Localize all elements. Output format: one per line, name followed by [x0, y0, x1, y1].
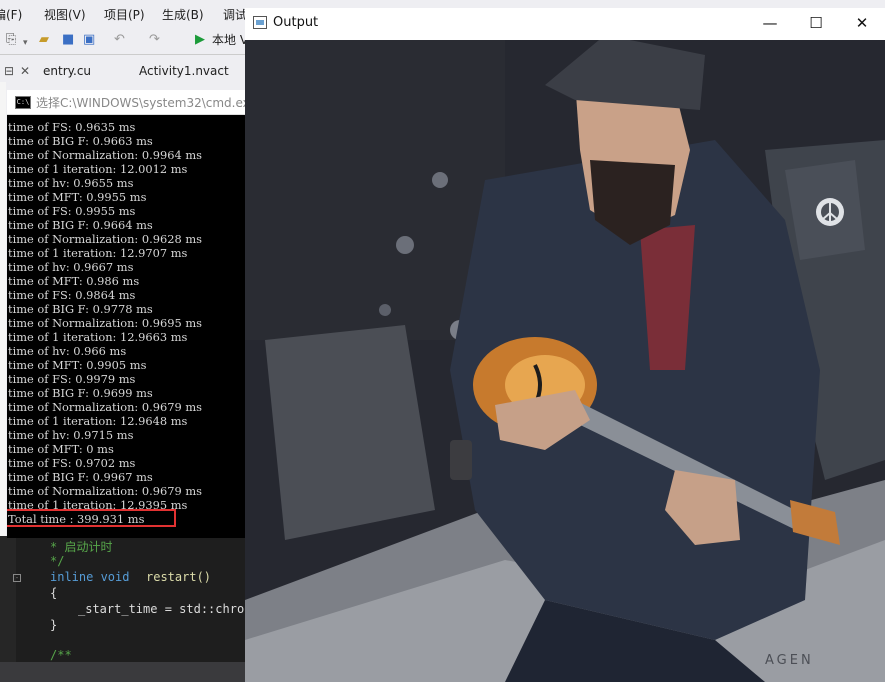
cmd-output-line: time of Normalization: 0.9964 ms: [8, 148, 203, 162]
cmd-output-line: time of FS: 0.9955 ms: [8, 204, 136, 218]
pin-icon[interactable]: ⊟: [4, 64, 14, 78]
output-window[interactable]: Output — ☐ ✕ AGEN: [245, 8, 885, 682]
cmd-output-line: time of 1 iteration: 12.0012 ms: [8, 162, 188, 176]
output-titlebar[interactable]: Output — ☐ ✕: [245, 8, 885, 39]
window-app-icon: [253, 16, 267, 29]
cmd-output-line: time of BIG F: 0.9967 ms: [8, 470, 153, 484]
tab-activity1-nvact[interactable]: Activity1.nvact: [139, 64, 229, 78]
cmd-output-line: time of hv: 0.9715 ms: [8, 428, 134, 442]
cmd-titlebar[interactable]: C:\ 选择C:\WINDOWS\system32\cmd.ex: [7, 90, 250, 115]
code-doc-comment: /**: [50, 648, 72, 662]
vs-toolbar: ⎘ ▾ ▰ ■ ▣ ↶ ↷ ▶ 本地 V: [0, 28, 260, 55]
code-keyword: inline void: [50, 570, 130, 584]
code-brace-open: {: [50, 586, 58, 600]
cmd-output-line: time of FS: 0.9979 ms: [8, 372, 136, 386]
total-time-highlight-box: [7, 509, 176, 527]
cmd-output-line: time of BIG F: 0.9663 ms: [8, 134, 153, 148]
close-tab-icon[interactable]: ✕: [20, 64, 30, 78]
bokeh-dot: [432, 172, 448, 188]
cmd-output-line: time of BIG F: 0.9664 ms: [8, 218, 153, 232]
image-bench-text: AGEN: [765, 653, 814, 668]
menu-debug[interactable]: 调试: [223, 6, 247, 23]
code-body: _start_time = std::chror: [78, 602, 252, 616]
stylized-photo-man-with-mandolin: AGEN: [245, 40, 885, 682]
cmd-output-line: time of hv: 0.9667 ms: [8, 260, 134, 274]
maximize-icon[interactable]: ☐: [793, 8, 839, 39]
code-editor[interactable]: - * 启动计时 */ inline void restart() { _sta…: [0, 536, 251, 682]
vs-document-tabs: ⊟ ✕ entry.cu Activity1.nvact: [0, 60, 245, 82]
cmd-output-line: time of Normalization: 0.9679 ms: [8, 484, 203, 498]
cmd-output-line: time of Normalization: 0.9628 ms: [8, 232, 203, 246]
cmd-output-line: time of MFT: 0.9905 ms: [8, 358, 147, 372]
run-target-label[interactable]: 本地 V: [212, 32, 248, 48]
tab-entry-cu[interactable]: entry.cu: [43, 64, 91, 78]
output-image: AGEN: [245, 40, 885, 682]
code-function-name: restart(): [146, 570, 212, 584]
minimize-icon[interactable]: —: [747, 8, 793, 39]
cmd-app-icon: C:\: [15, 96, 31, 109]
cmd-output-line: time of 1 iteration: 12.9707 ms: [8, 246, 188, 260]
code-brace-close: }: [50, 618, 58, 632]
bokeh-dot: [396, 236, 414, 254]
image-watch: [450, 440, 472, 480]
save-icon[interactable]: ■: [62, 32, 74, 48]
cmd-output-lines: time of FS: 0.9635 ms time of BIG F: 0.96…: [8, 120, 202, 512]
menu-file[interactable]: 编(F): [0, 6, 22, 23]
menu-build[interactable]: 生成(B): [162, 6, 204, 23]
cmd-output-line: time of FS: 0.9635 ms: [8, 120, 136, 134]
cmd-output-line: time of Normalization: 0.9695 ms: [8, 316, 203, 330]
cmd-output-line: time of 1 iteration: 12.9648 ms: [8, 414, 188, 428]
cmd-output-line: time of hv: 0.966 ms: [8, 344, 127, 358]
redo-icon[interactable]: ↷: [149, 32, 160, 48]
cmd-title: 选择C:\WINDOWS\system32\cmd.ex: [36, 96, 250, 110]
new-item-icon[interactable]: ⎘: [6, 32, 16, 48]
editor-gutter: [0, 536, 16, 682]
cmd-output-line: time of BIG F: 0.9699 ms: [8, 386, 153, 400]
cmd-output-line: time of hv: 0.9655 ms: [8, 176, 134, 190]
open-folder-icon[interactable]: ▰: [39, 32, 49, 48]
vs-menubar: 编(F) 视图(V) 项目(P) 生成(B) 调试: [0, 0, 260, 28]
dropdown-arrow-icon[interactable]: ▾: [23, 35, 28, 51]
image-crate: [265, 325, 435, 540]
cmd-output-line: time of 1 iteration: 12.9663 ms: [8, 330, 188, 344]
code-comment: * 启动计时: [50, 540, 113, 554]
cmd-console-window[interactable]: C:\ 选择C:\WINDOWS\system32\cmd.ex time of…: [7, 90, 250, 538]
start-debug-icon[interactable]: ▶: [195, 32, 205, 48]
output-window-title: Output: [273, 15, 319, 30]
save-all-icon[interactable]: ▣: [83, 32, 95, 48]
editor-horizontal-scrollbar[interactable]: [0, 662, 245, 682]
menu-project[interactable]: 项目(P): [104, 6, 145, 23]
cmd-output-line: time of MFT: 0 ms: [8, 442, 114, 456]
close-icon[interactable]: ✕: [839, 8, 885, 39]
cmd-output-line: time of FS: 0.9864 ms: [8, 288, 136, 302]
cmd-output-line: time of Normalization: 0.9679 ms: [8, 400, 203, 414]
fold-toggle-icon[interactable]: -: [13, 574, 21, 582]
cmd-output-line: time of FS: 0.9702 ms: [8, 456, 136, 470]
cmd-output-line: time of MFT: 0.986 ms: [8, 274, 140, 288]
cmd-output-line: time of MFT: 0.9955 ms: [8, 190, 147, 204]
bokeh-dot: [379, 304, 391, 316]
menu-view[interactable]: 视图(V): [44, 6, 86, 23]
code-comment-end: */: [50, 554, 65, 568]
cmd-output-line: time of BIG F: 0.9778 ms: [8, 302, 153, 316]
undo-icon[interactable]: ↶: [114, 32, 125, 48]
cmd-output[interactable]: time of FS: 0.9635 ms time of BIG F: 0.96…: [7, 116, 245, 538]
